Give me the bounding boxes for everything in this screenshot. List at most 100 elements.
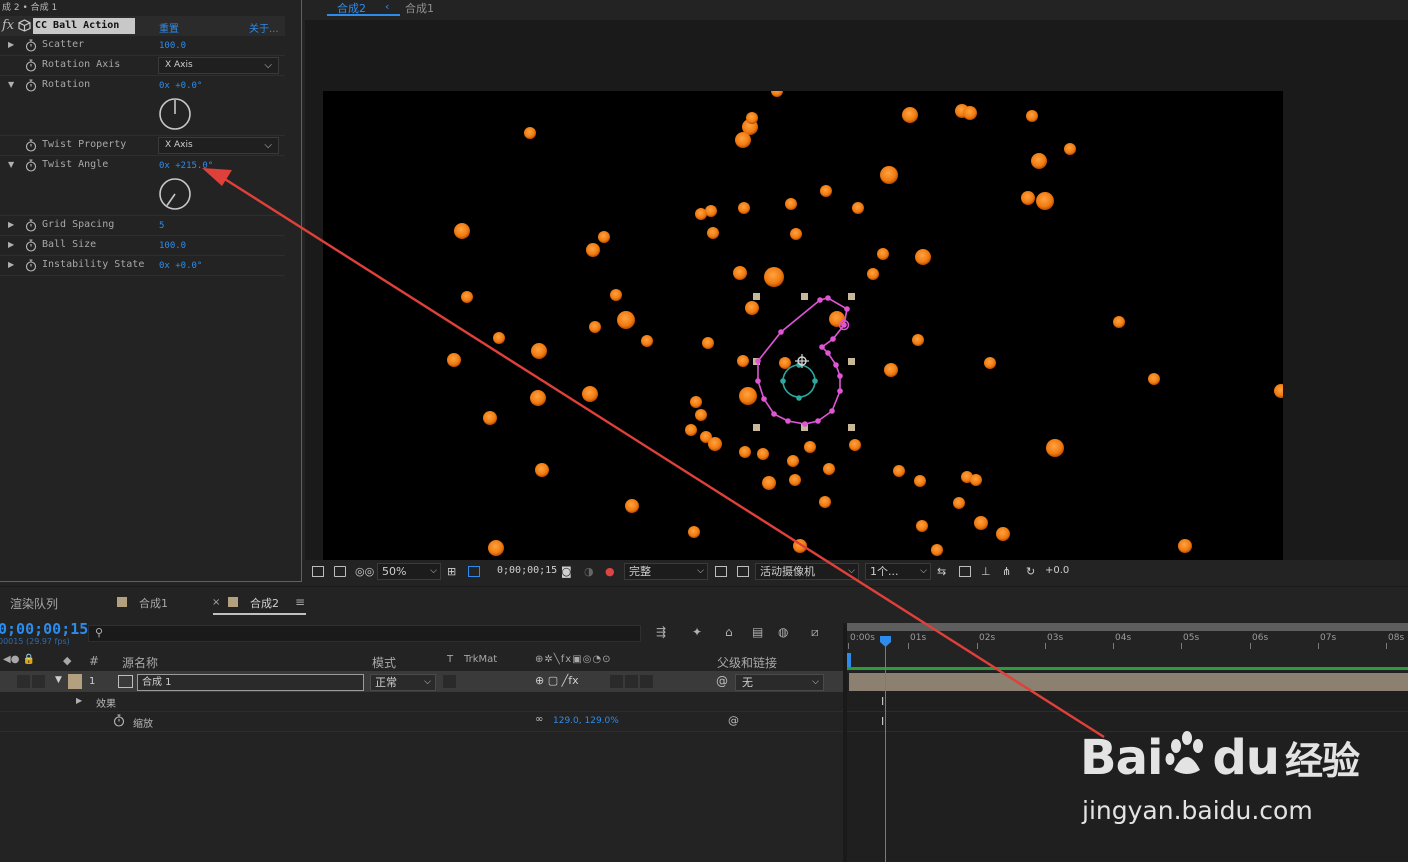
grid-spacing-value[interactable]: 5 xyxy=(159,221,164,231)
layer-switches[interactable]: ⊕ ▢ ╱fx xyxy=(535,674,579,687)
blend-mode-dropdown[interactable]: 正常 ⌵ xyxy=(370,674,436,691)
switch-box[interactable] xyxy=(625,675,638,688)
twist-angle-dial[interactable] xyxy=(158,177,194,213)
mask-icon[interactable]: ◎◎ xyxy=(355,565,374,578)
twirl-right-icon[interactable]: ▶ xyxy=(8,240,14,249)
preserve-transparency-toggle[interactable] xyxy=(443,675,456,688)
path-vertex[interactable] xyxy=(815,418,821,424)
draft-3d-icon[interactable]: ✦ xyxy=(692,625,702,639)
rotation-axis-dropdown[interactable]: X Axis ⌵ xyxy=(158,57,279,74)
stopwatch-icon[interactable] xyxy=(25,59,37,75)
rotation-value[interactable]: 0x +0.0° xyxy=(159,81,202,91)
stopwatch-icon[interactable] xyxy=(25,159,37,175)
property-row-twist-property[interactable]: Twist Property X Axis ⌵ xyxy=(0,136,285,156)
visibility-toggle[interactable] xyxy=(17,675,30,688)
constrain-proportions-icon[interactable]: ∞ xyxy=(535,714,543,725)
playhead-line[interactable] xyxy=(885,636,886,862)
twirl-down-icon[interactable]: ▼ xyxy=(8,160,14,169)
playhead-handle[interactable] xyxy=(879,636,892,648)
work-area-bar[interactable] xyxy=(847,623,1408,631)
layer-duration-bar[interactable] xyxy=(849,673,1408,691)
twirl-down-icon[interactable]: ▼ xyxy=(8,80,14,89)
stopwatch-icon[interactable] xyxy=(113,714,125,730)
path-vertex[interactable] xyxy=(761,396,767,402)
twist-angle-value[interactable]: 0x +215.0° xyxy=(159,161,213,171)
motion-blur-icon[interactable] xyxy=(959,566,971,577)
transform-handle[interactable] xyxy=(848,293,855,300)
path-vertex[interactable] xyxy=(825,350,831,356)
label-color[interactable] xyxy=(68,674,82,689)
tab-comp1[interactable]: 合成1 xyxy=(139,595,168,611)
fit-icon[interactable]: ⊞ xyxy=(447,565,456,578)
path-vertex[interactable] xyxy=(825,295,831,301)
ball-size-value[interactable]: 100.0 xyxy=(159,241,186,251)
scale-value[interactable]: 129.0, 129.0% xyxy=(553,716,619,726)
camera-snapshot-icon[interactable]: ◙ xyxy=(561,565,572,578)
reset-link[interactable]: 重置 xyxy=(159,20,179,35)
path-vertex[interactable] xyxy=(837,373,843,379)
composition-canvas[interactable] xyxy=(323,91,1283,560)
zoom-dropdown[interactable]: 50% ⌵ xyxy=(377,563,441,580)
about-link[interactable]: 关于... xyxy=(249,20,279,35)
layer-row[interactable]: ▼ 1 合成 1 正常 ⌵ ⊕ ▢ ╱fx @ 无 ⌵ xyxy=(0,672,845,692)
show-snapshot-icon[interactable]: ◑ xyxy=(584,565,594,578)
switch-box[interactable] xyxy=(610,675,623,688)
property-row-twist-angle[interactable]: ▼ Twist Angle 0x +215.0° xyxy=(0,156,285,216)
col-source-name[interactable]: 源名称 xyxy=(122,654,158,671)
fx-icon[interactable]: fx xyxy=(2,18,14,33)
twirl-down-icon[interactable]: ▼ xyxy=(55,675,62,685)
property-row-scatter[interactable]: ▶ Scatter 100.0 xyxy=(0,36,285,56)
property-row-instability-state[interactable]: ▶ Instability State 0x +0.0° xyxy=(0,256,285,276)
path-vertex[interactable] xyxy=(829,408,835,414)
scale-property-row[interactable]: 缩放 ∞ 129.0, 129.0% @ xyxy=(0,712,845,732)
reset-exposure-icon[interactable]: ↻ xyxy=(1026,565,1035,578)
transform-handle[interactable] xyxy=(753,424,760,431)
path-vertex[interactable] xyxy=(802,421,808,427)
path-vertex[interactable] xyxy=(833,362,839,368)
chevron-left-icon[interactable]: ‹ xyxy=(385,0,389,13)
stopwatch-icon[interactable] xyxy=(25,139,37,155)
effect-header[interactable]: fx CC Ball Action 重置 关于... xyxy=(0,16,285,36)
exposure-value[interactable]: +0.0 xyxy=(1045,565,1069,576)
switch-box[interactable] xyxy=(640,675,653,688)
path-vertex[interactable] xyxy=(812,378,818,384)
inner-mask-path[interactable] xyxy=(782,364,816,398)
property-row-rotation[interactable]: ▼ Rotation 0x +0.0° xyxy=(0,76,285,136)
path-vertex[interactable] xyxy=(771,411,777,417)
transform-handle[interactable] xyxy=(801,293,808,300)
effects-group-row[interactable]: ▶ 效果 xyxy=(0,692,845,712)
instability-state-value[interactable]: 0x +0.0° xyxy=(159,261,202,271)
solo-toggle[interactable] xyxy=(32,675,45,688)
toggle-pixel-aspect-icon[interactable]: ⇆ xyxy=(937,565,946,578)
path-vertex[interactable] xyxy=(796,395,802,401)
rotation-dial[interactable] xyxy=(158,97,194,133)
property-row-ball-size[interactable]: ▶ Ball Size 100.0 xyxy=(0,236,285,256)
path-vertex[interactable] xyxy=(841,322,847,328)
stopwatch-icon[interactable] xyxy=(25,39,37,55)
transparency-grid-icon[interactable] xyxy=(737,566,749,577)
graph-editor-icon[interactable]: ⧄ xyxy=(811,625,819,640)
path-vertex[interactable] xyxy=(780,378,786,384)
transform-handle[interactable] xyxy=(848,358,855,365)
path-vertex[interactable] xyxy=(837,388,843,394)
scatter-value[interactable]: 100.0 xyxy=(159,41,186,51)
tab-composition-1[interactable]: 合成1 xyxy=(405,0,434,16)
transform-handle[interactable] xyxy=(753,293,760,300)
camera-dropdown[interactable]: 活动摄像机 ⌵ xyxy=(755,563,859,580)
region-of-interest-icon[interactable] xyxy=(468,566,480,577)
stopwatch-icon[interactable] xyxy=(25,259,37,275)
stopwatch-icon[interactable] xyxy=(25,79,37,95)
twirl-right-icon[interactable]: ▶ xyxy=(76,696,82,705)
pick-whip-icon[interactable]: @ xyxy=(716,674,728,688)
monitor-icon[interactable] xyxy=(334,566,346,577)
path-vertex[interactable] xyxy=(755,358,761,364)
resolution-dropdown[interactable]: 完整 ⌵ xyxy=(624,563,708,580)
expression-pick-whip-icon[interactable]: @ xyxy=(728,714,739,727)
twirl-right-icon[interactable]: ▶ xyxy=(8,40,14,49)
stopwatch-icon[interactable] xyxy=(25,219,37,235)
path-vertex[interactable] xyxy=(817,297,823,303)
frame-blending-icon[interactable]: ▤ xyxy=(752,625,763,639)
path-vertex[interactable] xyxy=(785,418,791,424)
fast-preview-icon[interactable] xyxy=(715,566,727,577)
path-vertex[interactable] xyxy=(778,329,784,335)
